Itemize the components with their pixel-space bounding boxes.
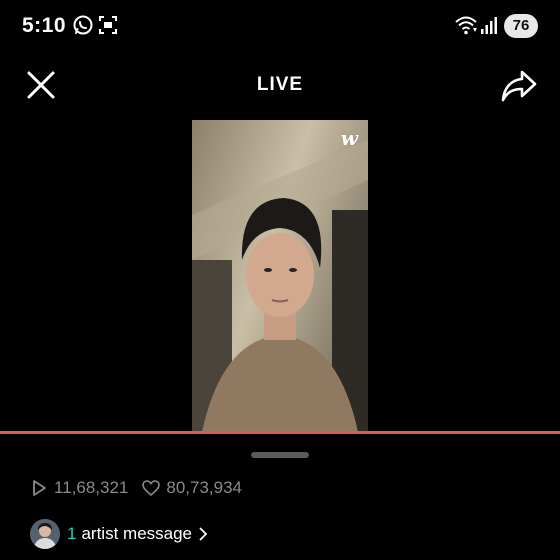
share-icon[interactable] — [500, 68, 538, 104]
video-frame-image — [192, 120, 368, 432]
page-title: LIVE — [256, 74, 304, 95]
video-progress-fill — [0, 431, 560, 434]
stats-row: 11,68,321 80,73,934 — [30, 476, 256, 500]
wifi-icon — [455, 16, 477, 35]
play-count: 11,68,321 — [54, 478, 129, 497]
play-icon — [33, 480, 46, 496]
drag-handle[interactable] — [251, 452, 309, 458]
video-progress-bar[interactable] — [0, 431, 560, 434]
battery-level: 76 — [504, 14, 538, 38]
artist-message-link[interactable]: 1 artist message — [30, 518, 208, 550]
status-bar: 5:10 76 — [0, 0, 560, 54]
status-time: 5:10 — [22, 14, 67, 37]
artist-message-count: 1 — [67, 524, 77, 543]
like-count: 80,73,934 — [166, 478, 243, 497]
signal-icon — [481, 17, 497, 34]
screenshot-icon — [99, 16, 117, 34]
live-video[interactable]: w — [192, 120, 368, 432]
chevron-right-icon — [199, 527, 208, 541]
artist-message-label: artist message — [81, 524, 193, 543]
weverse-logo: w — [340, 126, 358, 150]
avatar — [30, 519, 60, 549]
heart-icon — [142, 480, 161, 497]
whatsapp-icon — [73, 15, 93, 35]
